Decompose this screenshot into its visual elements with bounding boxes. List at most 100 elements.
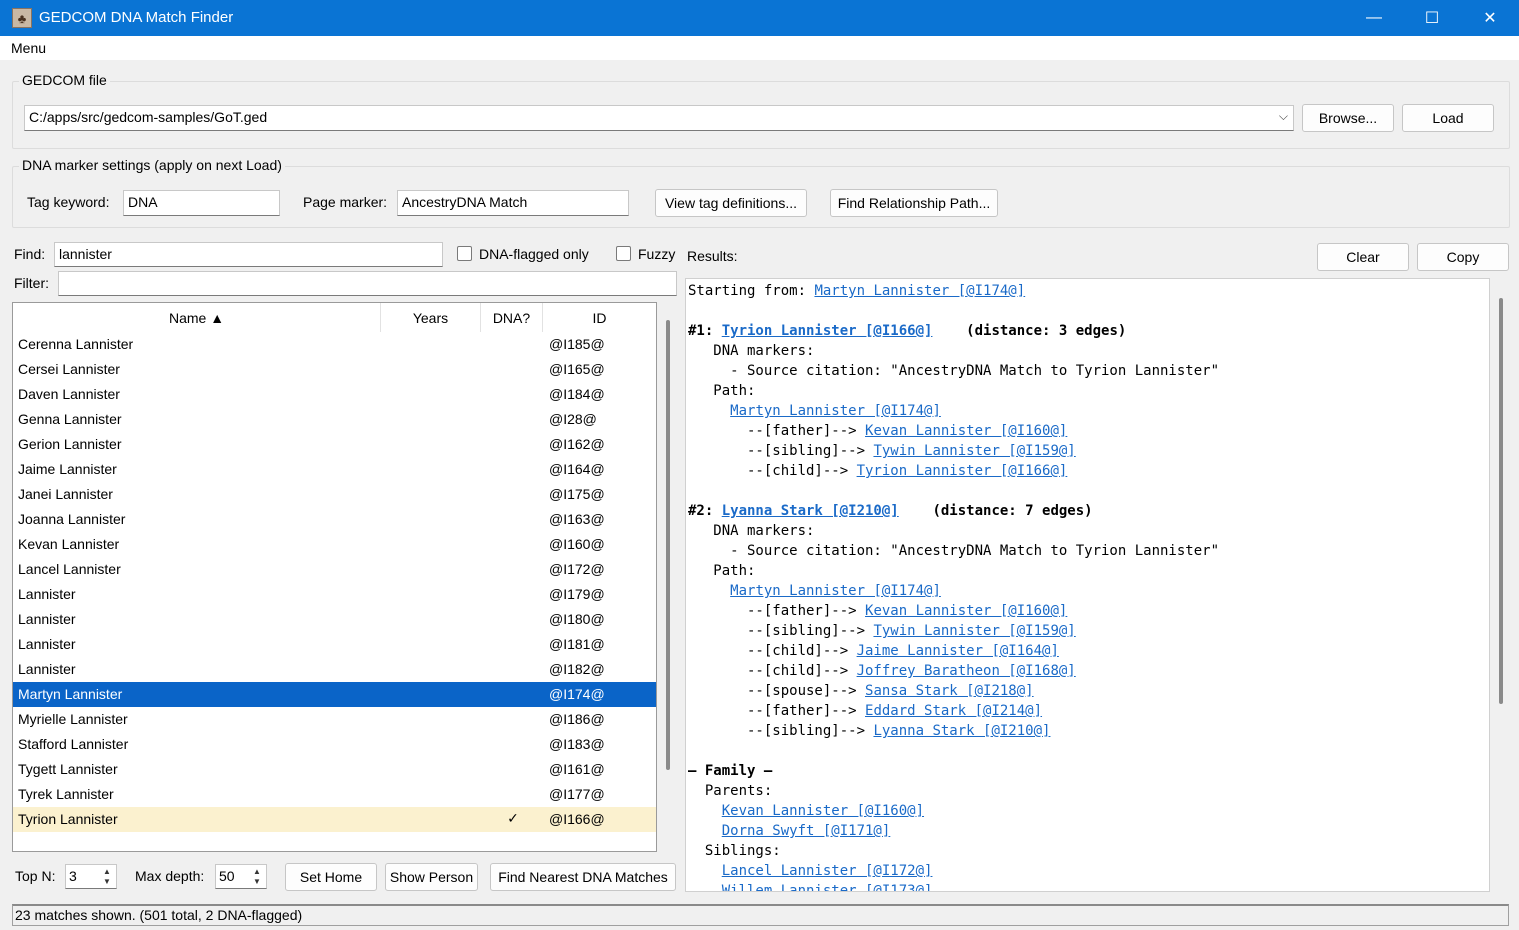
- fuzzy-label[interactable]: Fuzzy: [638, 246, 675, 262]
- cell-id: @I182@: [549, 661, 605, 677]
- spinner-arrows-icon[interactable]: ▲ ▼: [250, 867, 264, 887]
- table-row[interactable]: Gerion Lannister @I162@: [13, 432, 656, 457]
- dna-only-checkbox[interactable]: [457, 246, 472, 261]
- table-row[interactable]: Janei Lannister @I175@: [13, 482, 656, 507]
- table-row[interactable]: Cerenna Lannister @I185@: [13, 332, 656, 357]
- set-home-button[interactable]: Set Home: [285, 863, 377, 891]
- result-line: Martyn Lannister [@I174@]: [688, 401, 941, 421]
- filter-input[interactable]: [58, 271, 677, 296]
- gedcom-path-combo[interactable]: C:/apps/src/gedcom-samples/GoT.ged ⌵: [24, 105, 1294, 131]
- copy-button[interactable]: Copy: [1417, 243, 1509, 271]
- result-line: #1: Tyrion Lannister [@I166@] (distance:…: [688, 321, 1126, 341]
- result-text: [688, 803, 722, 819]
- result-line: Kevan Lannister [@I160@]: [688, 801, 924, 821]
- person-link[interactable]: Martyn Lannister [@I174@]: [730, 583, 941, 599]
- result-line: Path:: [688, 381, 755, 401]
- results-pane[interactable]: Starting from: Martyn Lannister [@I174@]…: [685, 278, 1490, 892]
- filter-label: Filter:: [14, 275, 49, 291]
- table-row[interactable]: Lancel Lannister @I172@: [13, 557, 656, 582]
- person-link[interactable]: Willem Lannister [@I173@]: [722, 883, 933, 891]
- load-button[interactable]: Load: [1402, 104, 1494, 132]
- minimize-button[interactable]: —: [1345, 0, 1403, 36]
- dna-only-label[interactable]: DNA-flagged only: [479, 246, 589, 262]
- find-nearest-dna-matches-button[interactable]: Find Nearest DNA Matches: [490, 863, 676, 891]
- result-text: --[spouse]-->: [688, 683, 866, 699]
- table-row[interactable]: Tyrion Lannister ✓ @I166@: [13, 807, 656, 832]
- person-link[interactable]: Lyanna Stark [@I210@]: [873, 723, 1050, 739]
- table-scrollbar[interactable]: [666, 320, 670, 770]
- cell-id: @I181@: [549, 636, 605, 652]
- table-row[interactable]: Lannister @I181@: [13, 632, 656, 657]
- person-link[interactable]: Tyrion Lannister [@I166@]: [722, 323, 933, 339]
- person-link[interactable]: Kevan Lannister [@I160@]: [865, 603, 1067, 619]
- top-n-spinner[interactable]: 3 ▲ ▼: [65, 864, 117, 889]
- table-row[interactable]: Lannister @I180@: [13, 607, 656, 632]
- person-link[interactable]: Martyn Lannister [@I174@]: [814, 283, 1025, 299]
- person-link[interactable]: Lancel Lannister [@I172@]: [722, 863, 933, 879]
- table-row[interactable]: Cersei Lannister @I165@: [13, 357, 656, 382]
- chevron-down-icon[interactable]: ⌵: [1279, 109, 1288, 124]
- fuzzy-checkbox[interactable]: [616, 246, 631, 261]
- person-link[interactable]: Kevan Lannister [@I160@]: [865, 423, 1067, 439]
- spinner-arrows-icon[interactable]: ▲ ▼: [100, 867, 114, 887]
- max-depth-value: 50: [219, 868, 235, 884]
- results-scrollbar[interactable]: [1499, 298, 1503, 704]
- browse-button[interactable]: Browse...: [1302, 104, 1394, 132]
- person-link[interactable]: Tywin Lannister [@I159@]: [873, 623, 1075, 639]
- person-link[interactable]: Joffrey Baratheon [@I168@]: [857, 663, 1076, 679]
- person-link[interactable]: Sansa Stark [@I218@]: [865, 683, 1034, 699]
- clear-button[interactable]: Clear: [1317, 243, 1409, 271]
- person-link[interactable]: Jaime Lannister [@I164@]: [857, 643, 1059, 659]
- cell-name: Lannister: [18, 611, 76, 627]
- person-table[interactable]: Name ▲ Years DNA? ID Cerenna Lannister @I…: [12, 302, 657, 852]
- column-header-name[interactable]: Name ▲: [13, 303, 381, 332]
- close-button[interactable]: ✕: [1461, 0, 1519, 36]
- tag-keyword-input[interactable]: DNA: [123, 190, 280, 216]
- table-row[interactable]: Jaime Lannister @I164@: [13, 457, 656, 482]
- result-line: Siblings:: [688, 841, 781, 861]
- page-marker-input[interactable]: AncestryDNA Match: [397, 190, 629, 216]
- person-link[interactable]: Lyanna Stark [@I210@]: [722, 503, 899, 519]
- table-row[interactable]: Lannister @I182@: [13, 657, 656, 682]
- maximize-button[interactable]: ☐: [1403, 0, 1461, 36]
- cell-name: Lancel Lannister: [18, 561, 121, 577]
- person-link[interactable]: Dorna Swyft [@I171@]: [722, 823, 891, 839]
- view-tag-definitions-button[interactable]: View tag definitions...: [655, 189, 807, 217]
- person-link[interactable]: Martyn Lannister [@I174@]: [730, 403, 941, 419]
- column-header-dna[interactable]: DNA?: [481, 303, 543, 332]
- status-text: 23 matches shown. (501 total, 2 DNA-flag…: [15, 907, 303, 923]
- table-row[interactable]: Stafford Lannister @I183@: [13, 732, 656, 757]
- person-link[interactable]: Kevan Lannister [@I160@]: [722, 803, 924, 819]
- column-header-years[interactable]: Years: [381, 303, 481, 332]
- table-row[interactable]: Tygett Lannister @I161@: [13, 757, 656, 782]
- result-line: --[child]--> Jaime Lannister [@I164@]: [688, 641, 1059, 661]
- table-row[interactable]: Martyn Lannister @I174@: [13, 682, 656, 707]
- result-text: - Source citation: "AncestryDNA Match to…: [688, 363, 1220, 379]
- cell-name: Kevan Lannister: [18, 536, 120, 552]
- table-row[interactable]: Tyrek Lannister @I177@: [13, 782, 656, 807]
- cell-name: Lannister: [18, 636, 76, 652]
- person-link[interactable]: Tyrion Lannister [@I166@]: [857, 463, 1068, 479]
- column-header-id[interactable]: ID: [543, 303, 656, 332]
- find-input[interactable]: lannister: [54, 242, 443, 267]
- show-person-button[interactable]: Show Person: [385, 863, 478, 891]
- result-line: Parents:: [688, 781, 772, 801]
- person-link[interactable]: Eddard Stark [@I214@]: [865, 703, 1042, 719]
- result-line: Path:: [688, 561, 755, 581]
- find-relationship-path-button[interactable]: Find Relationship Path...: [830, 189, 998, 217]
- table-row[interactable]: Lannister @I179@: [13, 582, 656, 607]
- table-row[interactable]: Myrielle Lannister @I186@: [13, 707, 656, 732]
- table-row[interactable]: Joanna Lannister @I163@: [13, 507, 656, 532]
- result-text: --[child]-->: [688, 463, 857, 479]
- table-row[interactable]: Kevan Lannister @I160@: [13, 532, 656, 557]
- max-depth-spinner[interactable]: 50 ▲ ▼: [215, 864, 267, 889]
- cell-id: @I165@: [549, 361, 605, 377]
- table-row[interactable]: Genna Lannister @I28@: [13, 407, 656, 432]
- result-text: [688, 863, 722, 879]
- top-n-label: Top N:: [15, 868, 56, 884]
- table-row[interactable]: Daven Lannister @I184@: [13, 382, 656, 407]
- result-text: Siblings:: [688, 843, 781, 859]
- menu-item[interactable]: Menu: [11, 40, 46, 56]
- person-link[interactable]: Tywin Lannister [@I159@]: [873, 443, 1075, 459]
- result-line: Starting from: Martyn Lannister [@I174@]: [688, 281, 1025, 301]
